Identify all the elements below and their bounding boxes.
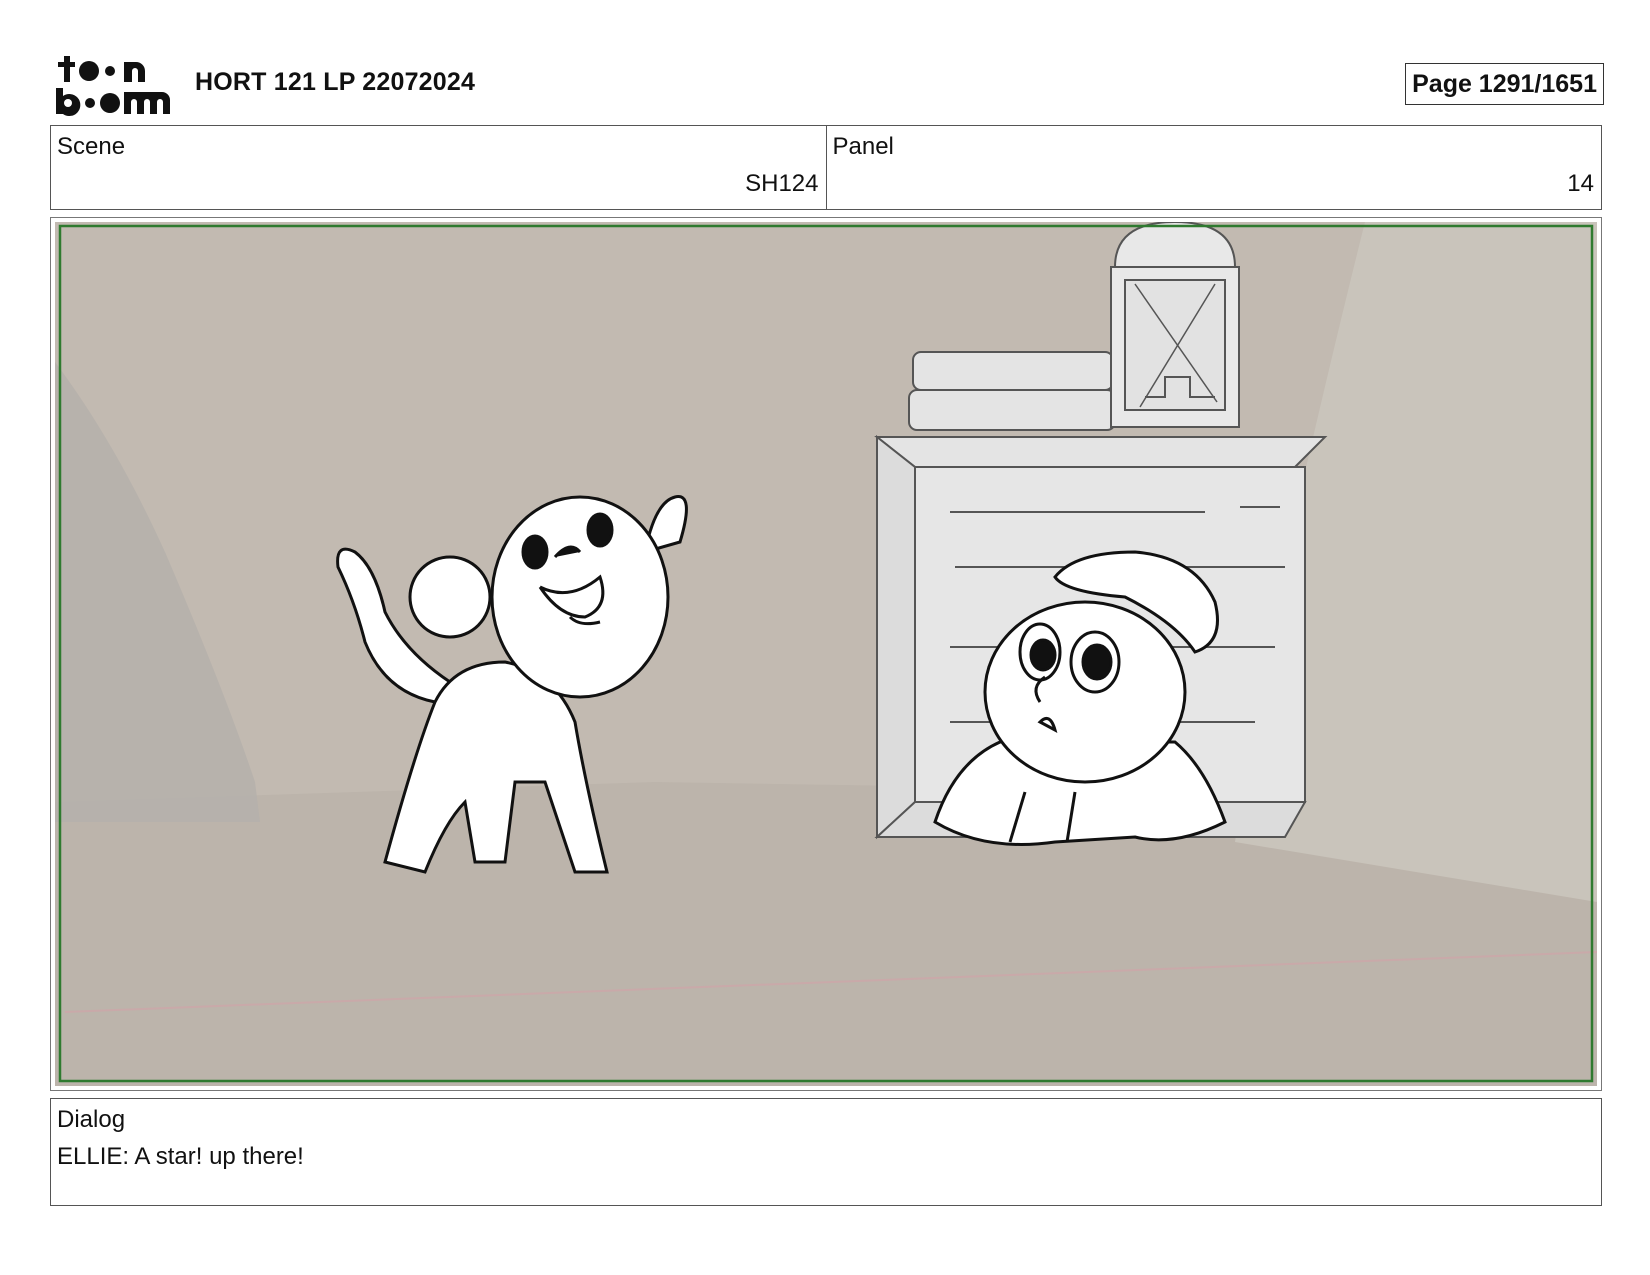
panel-label: Panel: [832, 133, 894, 160]
dialog-label: Dialog: [57, 1106, 126, 1133]
panel-value: 14: [1567, 170, 1594, 197]
document-title: HORT 121 LP 22072024: [195, 68, 476, 96]
storyboard-panel: [50, 217, 1602, 1091]
scene-label: Scene: [57, 133, 126, 160]
page-number: Page 1291/1651: [1405, 63, 1604, 105]
panel-cell: Panel 14: [825, 126, 1602, 209]
toon-boom-logo: [56, 56, 170, 116]
scene-panel-info: Scene SH124 Panel 14: [50, 125, 1602, 210]
dialog-box: Dialog ELLIE: A star! up there!: [50, 1098, 1602, 1206]
stacked-books: [908, 351, 1116, 431]
scene-cell: Scene SH124: [51, 126, 826, 209]
panel-drawing: [55, 222, 1597, 1086]
scene-value: SH124: [745, 170, 819, 197]
lantern: [1110, 222, 1240, 428]
dialog-text: ELLIE: A star! up there!: [57, 1143, 304, 1170]
